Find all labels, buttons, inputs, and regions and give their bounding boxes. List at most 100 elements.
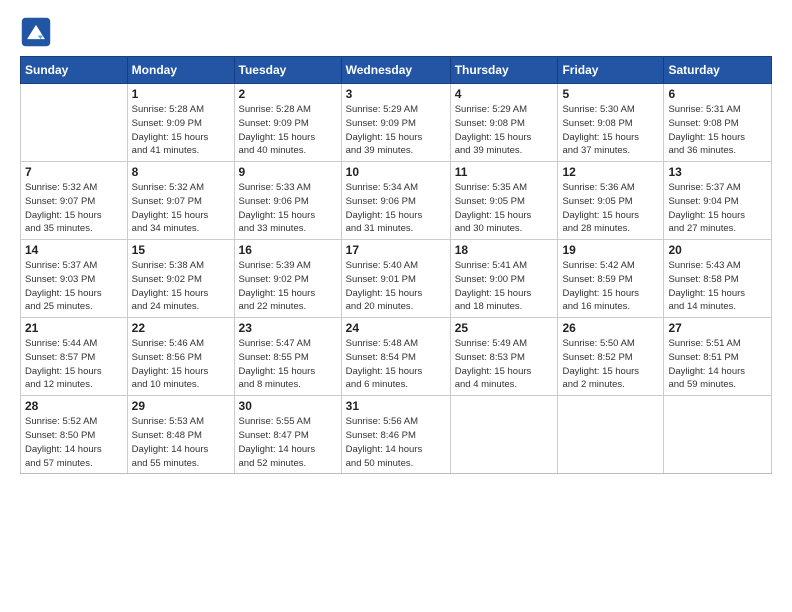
day-info: Sunrise: 5:32 AMSunset: 9:07 PMDaylight:… (132, 181, 230, 236)
day-number: 7 (25, 165, 123, 179)
calendar-cell: 10 Sunrise: 5:34 AMSunset: 9:06 PMDayligh… (341, 162, 450, 240)
day-info: Sunrise: 5:43 AMSunset: 8:58 PMDaylight:… (668, 259, 767, 314)
day-info: Sunrise: 5:50 AMSunset: 8:52 PMDaylight:… (562, 337, 659, 392)
day-number: 14 (25, 243, 123, 257)
calendar-cell: 14Sunrise: 5:37 AMSunset: 9:03 PMDayligh… (21, 240, 128, 318)
day-number: 11 (455, 165, 554, 179)
calendar-cell: 22 Sunrise: 5:46 AMSunset: 8:56 PMDayligh… (127, 318, 234, 396)
day-info: Sunrise: 5:29 AMSunset: 9:09 PMDaylight:… (346, 103, 446, 158)
day-number: 20 (668, 243, 767, 257)
day-number: 21 (25, 321, 123, 335)
weekday-header-cell: Thursday (450, 57, 558, 84)
day-info: Sunrise: 5:28 AMSunset: 9:09 PMDaylight:… (132, 103, 230, 158)
calendar-cell: 24 Sunrise: 5:48 AMSunset: 8:54 PMDayligh… (341, 318, 450, 396)
weekday-header-cell: Wednesday (341, 57, 450, 84)
day-info: Sunrise: 5:36 AMSunset: 9:05 PMDaylight:… (562, 181, 659, 236)
calendar-cell (664, 396, 772, 474)
calendar-cell (450, 396, 558, 474)
calendar-cell: 31Sunrise: 5:56 AMSunset: 8:46 PMDayligh… (341, 396, 450, 474)
day-number: 26 (562, 321, 659, 335)
day-info: Sunrise: 5:33 AMSunset: 9:06 PMDaylight:… (239, 181, 337, 236)
calendar-cell: 23 Sunrise: 5:47 AMSunset: 8:55 PMDayligh… (234, 318, 341, 396)
calendar-cell: 6Sunrise: 5:31 AMSunset: 9:08 PMDaylight… (664, 84, 772, 162)
day-info: Sunrise: 5:52 AMSunset: 8:50 PMDaylight:… (25, 415, 123, 470)
day-number: 16 (239, 243, 337, 257)
calendar-week-row: 28 Sunrise: 5:52 AMSunset: 8:50 PMDayligh… (21, 396, 772, 474)
day-number: 5 (562, 87, 659, 101)
weekday-header-row: SundayMondayTuesdayWednesdayThursdayFrid… (21, 57, 772, 84)
calendar-cell: 12Sunrise: 5:36 AMSunset: 9:05 PMDayligh… (558, 162, 664, 240)
day-number: 30 (239, 399, 337, 413)
calendar-cell: 15 Sunrise: 5:38 AMSunset: 9:02 PMDayligh… (127, 240, 234, 318)
day-number: 31 (346, 399, 446, 413)
weekday-header-cell: Friday (558, 57, 664, 84)
day-number: 3 (346, 87, 446, 101)
day-number: 17 (346, 243, 446, 257)
day-number: 1 (132, 87, 230, 101)
day-info: Sunrise: 5:34 AMSunset: 9:06 PMDaylight:… (346, 181, 446, 236)
day-info: Sunrise: 5:39 AMSunset: 9:02 PMDaylight:… (239, 259, 337, 314)
day-info: Sunrise: 5:55 AMSunset: 8:47 PMDaylight:… (239, 415, 337, 470)
day-info: Sunrise: 5:47 AMSunset: 8:55 PMDaylight:… (239, 337, 337, 392)
weekday-header-cell: Tuesday (234, 57, 341, 84)
day-number: 22 (132, 321, 230, 335)
calendar-cell: 28 Sunrise: 5:52 AMSunset: 8:50 PMDayligh… (21, 396, 128, 474)
day-info: Sunrise: 5:40 AMSunset: 9:01 PMDaylight:… (346, 259, 446, 314)
calendar-table: SundayMondayTuesdayWednesdayThursdayFrid… (20, 56, 772, 474)
day-number: 28 (25, 399, 123, 413)
calendar-cell (558, 396, 664, 474)
page: SundayMondayTuesdayWednesdayThursdayFrid… (0, 0, 792, 612)
day-info: Sunrise: 5:53 AMSunset: 8:48 PMDaylight:… (132, 415, 230, 470)
calendar-cell: 18Sunrise: 5:41 AMSunset: 9:00 PMDayligh… (450, 240, 558, 318)
day-number: 9 (239, 165, 337, 179)
day-number: 6 (668, 87, 767, 101)
day-info: Sunrise: 5:42 AMSunset: 8:59 PMDaylight:… (562, 259, 659, 314)
calendar-cell: 20 Sunrise: 5:43 AMSunset: 8:58 PMDayligh… (664, 240, 772, 318)
day-number: 25 (455, 321, 554, 335)
calendar-cell (21, 84, 128, 162)
calendar-cell: 13Sunrise: 5:37 AMSunset: 9:04 PMDayligh… (664, 162, 772, 240)
weekday-header-cell: Sunday (21, 57, 128, 84)
logo (20, 16, 56, 48)
calendar-week-row: 21 Sunrise: 5:44 AMSunset: 8:57 PMDayligh… (21, 318, 772, 396)
day-info: Sunrise: 5:44 AMSunset: 8:57 PMDaylight:… (25, 337, 123, 392)
calendar-cell: 17 Sunrise: 5:40 AMSunset: 9:01 PMDayligh… (341, 240, 450, 318)
calendar-cell: 2 Sunrise: 5:28 AMSunset: 9:09 PMDaylight… (234, 84, 341, 162)
header (20, 16, 772, 48)
day-info: Sunrise: 5:49 AMSunset: 8:53 PMDaylight:… (455, 337, 554, 392)
day-number: 19 (562, 243, 659, 257)
calendar-week-row: 14Sunrise: 5:37 AMSunset: 9:03 PMDayligh… (21, 240, 772, 318)
calendar-cell: 8 Sunrise: 5:32 AMSunset: 9:07 PMDaylight… (127, 162, 234, 240)
weekday-header-cell: Monday (127, 57, 234, 84)
calendar-cell: 21 Sunrise: 5:44 AMSunset: 8:57 PMDayligh… (21, 318, 128, 396)
calendar-cell: 26 Sunrise: 5:50 AMSunset: 8:52 PMDayligh… (558, 318, 664, 396)
calendar-cell: 1 Sunrise: 5:28 AMSunset: 9:09 PMDaylight… (127, 84, 234, 162)
day-info: Sunrise: 5:46 AMSunset: 8:56 PMDaylight:… (132, 337, 230, 392)
calendar-cell: 25 Sunrise: 5:49 AMSunset: 8:53 PMDayligh… (450, 318, 558, 396)
day-info: Sunrise: 5:48 AMSunset: 8:54 PMDaylight:… (346, 337, 446, 392)
day-info: Sunrise: 5:37 AMSunset: 9:04 PMDaylight:… (668, 181, 767, 236)
day-info: Sunrise: 5:51 AMSunset: 8:51 PMDaylight:… (668, 337, 767, 392)
day-number: 10 (346, 165, 446, 179)
calendar-week-row: 1 Sunrise: 5:28 AMSunset: 9:09 PMDaylight… (21, 84, 772, 162)
day-number: 18 (455, 243, 554, 257)
day-number: 2 (239, 87, 337, 101)
day-info: Sunrise: 5:29 AMSunset: 9:08 PMDaylight:… (455, 103, 554, 158)
day-number: 4 (455, 87, 554, 101)
day-number: 15 (132, 243, 230, 257)
calendar-cell: 11 Sunrise: 5:35 AMSunset: 9:05 PMDayligh… (450, 162, 558, 240)
day-info: Sunrise: 5:35 AMSunset: 9:05 PMDaylight:… (455, 181, 554, 236)
calendar-cell: 3 Sunrise: 5:29 AMSunset: 9:09 PMDaylight… (341, 84, 450, 162)
logo-icon (20, 16, 52, 48)
calendar-week-row: 7 Sunrise: 5:32 AMSunset: 9:07 PMDaylight… (21, 162, 772, 240)
day-info: Sunrise: 5:28 AMSunset: 9:09 PMDaylight:… (239, 103, 337, 158)
day-number: 8 (132, 165, 230, 179)
calendar-cell: 29 Sunrise: 5:53 AMSunset: 8:48 PMDayligh… (127, 396, 234, 474)
day-number: 27 (668, 321, 767, 335)
day-number: 23 (239, 321, 337, 335)
day-info: Sunrise: 5:38 AMSunset: 9:02 PMDaylight:… (132, 259, 230, 314)
day-info: Sunrise: 5:32 AMSunset: 9:07 PMDaylight:… (25, 181, 123, 236)
day-number: 29 (132, 399, 230, 413)
day-number: 24 (346, 321, 446, 335)
calendar-cell: 19 Sunrise: 5:42 AMSunset: 8:59 PMDayligh… (558, 240, 664, 318)
